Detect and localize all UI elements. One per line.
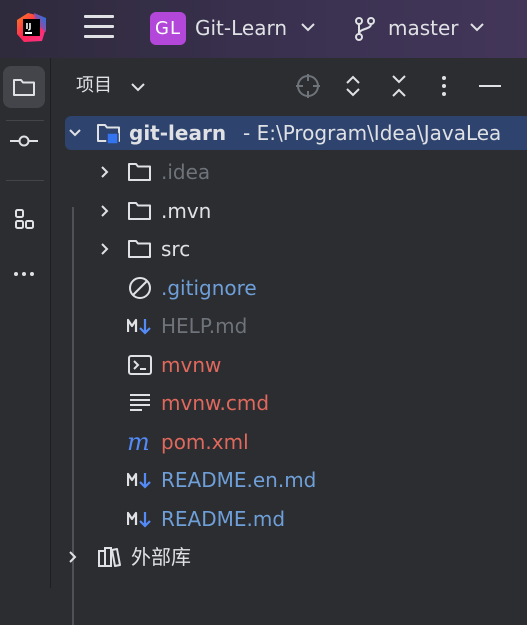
tree-item-label: 外部库 <box>131 545 191 569</box>
chevron-right-icon[interactable] <box>67 551 79 563</box>
collapse-all-icon[interactable] <box>386 73 412 99</box>
folder-icon <box>128 163 151 181</box>
intellij-logo-icon[interactable]: IJ <box>16 12 47 43</box>
tree-item-mvnw[interactable]: mvnw <box>51 346 527 384</box>
project-badge[interactable]: GL <box>150 12 186 45</box>
tree-item-readme[interactable]: README.md <box>51 500 527 538</box>
chevron-down-icon[interactable] <box>131 83 145 92</box>
module-folder-icon <box>97 124 120 145</box>
tree-item-mvnw-cmd[interactable]: mvnw.cmd <box>51 384 527 422</box>
git-branch-icon[interactable] <box>353 16 377 42</box>
markdown-icon <box>127 472 151 489</box>
main-menu-button[interactable] <box>84 13 114 41</box>
tree-item-src[interactable]: src <box>51 230 527 268</box>
folder-icon <box>128 202 151 220</box>
chevron-right-icon[interactable] <box>99 166 111 178</box>
commit-icon <box>10 135 38 147</box>
structure-icon <box>15 209 34 229</box>
ignore-file-icon <box>129 277 151 299</box>
tree-item-label: pom.xml <box>161 430 249 454</box>
project-panel: 项目 git-learn - E:\Program\Idea\JavaLea .… <box>51 58 527 625</box>
root-path: - E:\Program\Idea\JavaLea <box>243 121 502 145</box>
tree-item-label: .gitignore <box>161 276 257 300</box>
maven-icon: m <box>127 429 150 455</box>
more-tools-button[interactable] <box>3 253 45 295</box>
options-icon[interactable] <box>431 73 457 99</box>
chevron-right-icon[interactable] <box>99 205 111 217</box>
more-horizontal-icon <box>14 272 34 276</box>
tree-root-row[interactable]: git-learn - E:\Program\Idea\JavaLea <box>65 116 527 150</box>
tree-item-label: mvnw.cmd <box>161 391 270 415</box>
structure-tool-button[interactable] <box>3 198 45 240</box>
tree-item-label: mvnw <box>161 353 222 377</box>
tool-window-strip <box>0 58 51 588</box>
tree-item-readme-en[interactable]: README.en.md <box>51 461 527 499</box>
chevron-down-icon[interactable] <box>69 127 81 139</box>
tree-item-mvn[interactable]: .mvn <box>51 192 527 230</box>
svg-text:IJ: IJ <box>26 22 32 31</box>
tree-item-label: HELP.md <box>161 314 248 338</box>
folder-icon <box>13 79 35 96</box>
commit-tool-button[interactable] <box>3 120 45 162</box>
tree-item-gitignore[interactable]: .gitignore <box>51 269 527 307</box>
divider <box>6 180 44 181</box>
hide-panel-icon[interactable] <box>477 73 503 99</box>
tree-item-label: README.en.md <box>161 468 317 492</box>
library-icon <box>98 547 121 567</box>
tree-item-label: .idea <box>161 160 211 184</box>
project-name[interactable]: Git-Learn <box>195 14 287 42</box>
tree-item-idea[interactable]: .idea <box>51 153 527 191</box>
tree-item-pom-xml[interactable]: m pom.xml <box>51 423 527 461</box>
chevron-right-icon[interactable] <box>99 243 111 255</box>
svg-text:m: m <box>127 429 150 455</box>
root-name: git-learn <box>129 121 227 145</box>
tree-item-label: .mvn <box>161 199 212 223</box>
markdown-icon <box>127 511 151 528</box>
locate-icon[interactable] <box>295 73 321 99</box>
project-tool-button[interactable] <box>3 66 45 108</box>
title-bar: IJ GL Git-Learn master <box>0 0 527 58</box>
chevron-down-icon[interactable] <box>469 22 485 32</box>
panel-title[interactable]: 项目 <box>76 72 112 100</box>
markdown-icon <box>127 318 151 335</box>
terminal-icon <box>128 355 152 375</box>
branch-name[interactable]: master <box>388 14 459 42</box>
expand-all-icon[interactable] <box>340 73 366 99</box>
tree-item-label: README.md <box>161 507 286 531</box>
text-file-icon <box>130 394 150 411</box>
tree-item-help-md[interactable]: HELP.md <box>51 307 527 345</box>
tree-item-label: src <box>161 237 191 261</box>
tree-item-external-libraries[interactable]: 外部库 <box>51 538 527 576</box>
chevron-down-icon[interactable] <box>300 22 316 32</box>
folder-icon <box>128 240 151 258</box>
